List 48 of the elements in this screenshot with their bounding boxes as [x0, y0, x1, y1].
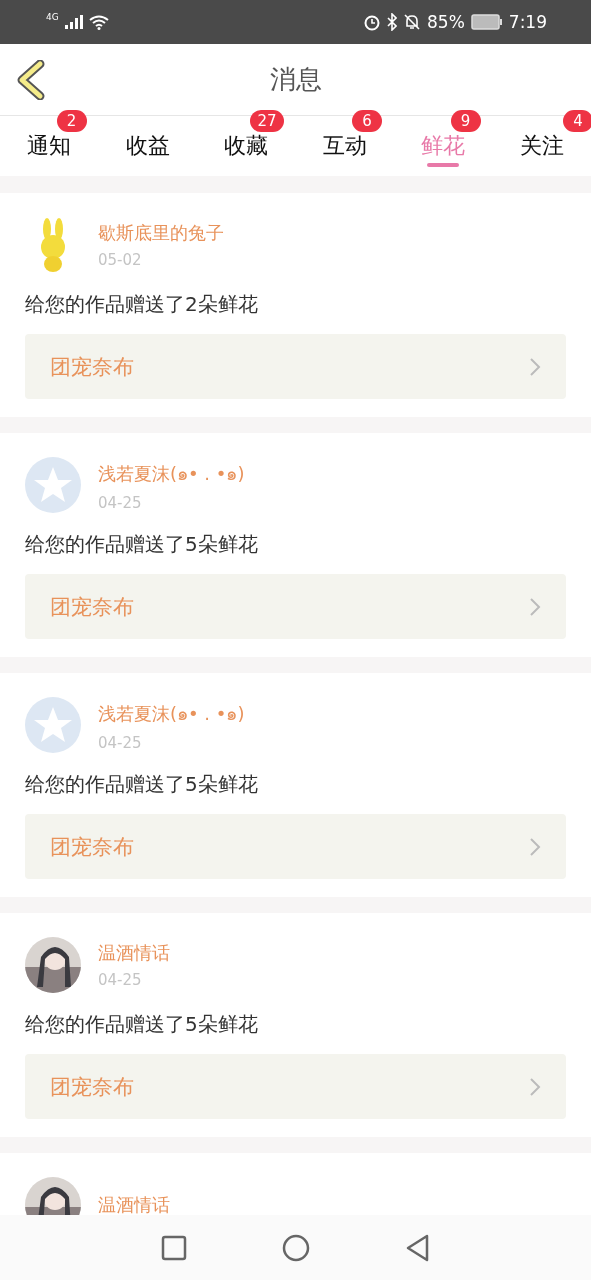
signal-icon	[64, 15, 83, 29]
tab[interactable]: 鲜花	[421, 131, 466, 161]
battery-percent: 85%	[427, 12, 465, 32]
user-name[interactable]: 浅若夏沫(๑• . •๑)	[98, 458, 245, 488]
back-nav-button[interactable]	[404, 1233, 431, 1262]
count-badge: 27	[250, 110, 284, 132]
user-name[interactable]: 温酒情话	[98, 941, 170, 965]
user-name[interactable]: 温酒情话	[98, 1193, 170, 1215]
chevron-icon	[529, 356, 541, 377]
bluetooth-icon	[387, 13, 397, 31]
chevron-icon	[529, 596, 541, 617]
message-date: 04-25	[98, 971, 143, 989]
clock-time: 7:19	[508, 12, 547, 32]
chevron-icon	[529, 1076, 541, 1097]
count-badge: 6	[352, 110, 382, 132]
bell-off-icon	[403, 13, 421, 31]
count-badge: 9	[450, 110, 481, 132]
wifi-icon	[88, 14, 109, 30]
home-button[interactable]	[281, 1233, 310, 1262]
tab[interactable]: 收益	[125, 131, 170, 161]
avatar-icon	[25, 697, 81, 753]
work-link[interactable]: 团宠奈布	[25, 334, 566, 399]
work-link[interactable]: 团宠奈布	[25, 1054, 566, 1119]
message-date: 05-02	[98, 251, 143, 269]
message-text: 给您的作品赠送了5朵鲜花	[25, 1011, 259, 1038]
back-button[interactable]	[16, 60, 46, 100]
avatar-icon	[25, 457, 81, 513]
chevron-icon	[529, 836, 541, 857]
message-text: 给您的作品赠送了5朵鲜花	[25, 771, 259, 798]
recent-apps-button[interactable]	[160, 1234, 187, 1261]
work-link[interactable]: 团宠奈布	[25, 814, 566, 879]
network-type: 4G	[46, 12, 59, 22]
message-text: 给您的作品赠送了2朵鲜花	[25, 291, 259, 318]
tab[interactable]: 收藏	[224, 131, 269, 161]
message-date: 04-25	[98, 733, 143, 752]
work-link[interactable]: 团宠奈布	[25, 574, 566, 639]
tab[interactable]: 互动	[322, 131, 367, 161]
tab[interactable]: 通知	[27, 131, 72, 161]
page-title: 消息	[269, 63, 322, 96]
message-date: 04-25	[98, 493, 143, 512]
message-text: 给您的作品赠送了5朵鲜花	[25, 531, 259, 558]
tab[interactable]: 关注	[519, 131, 564, 161]
battery-icon	[470, 14, 503, 30]
user-name[interactable]: 浅若夏沫(๑• . •๑)	[98, 698, 245, 728]
count-badge: 4	[563, 110, 591, 132]
count-badge: 2	[56, 110, 87, 132]
alarm-icon	[363, 13, 381, 31]
user-name[interactable]: 歇斯底里的兔子	[98, 221, 224, 245]
